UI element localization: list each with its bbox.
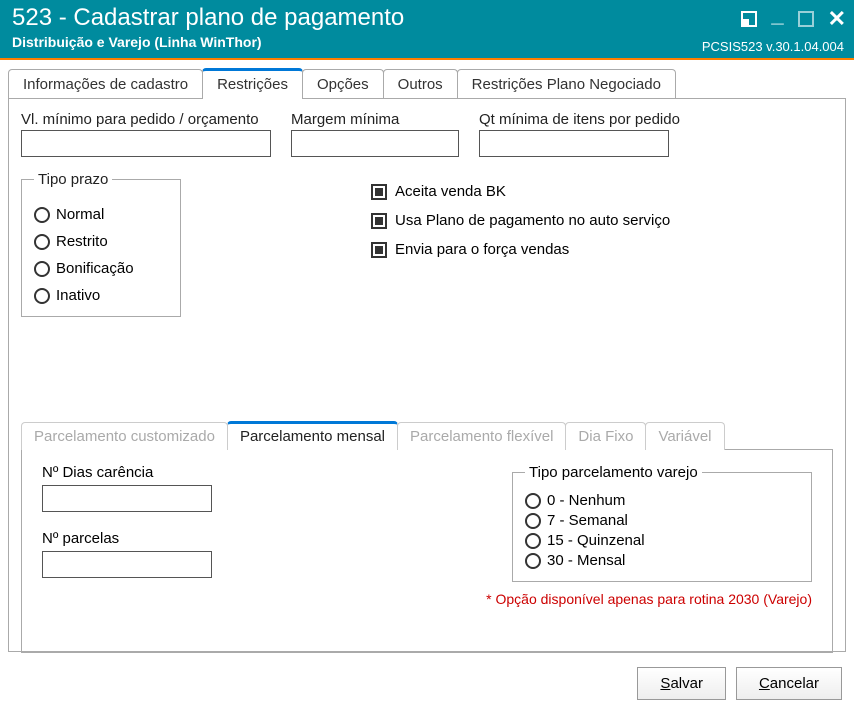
- field-vl-minimo: Vl. mínimo para pedido / orçamento: [21, 111, 271, 157]
- radio-icon: [525, 533, 541, 549]
- tipo-parcelamento-group: Tipo parcelamento varejo 0 - Nenhum 7 - …: [512, 464, 812, 582]
- note-varejo: * Opção disponível apenas para rotina 20…: [486, 590, 812, 608]
- radio-label: 0 - Nenhum: [547, 492, 625, 509]
- tipo-parcelamento-legend: Tipo parcelamento varejo: [525, 464, 702, 481]
- qt-input[interactable]: [479, 130, 669, 157]
- radio-label: Normal: [56, 206, 104, 223]
- radio-icon: [34, 288, 50, 304]
- radio-label: 30 - Mensal: [547, 552, 625, 569]
- radio-restrito[interactable]: Restrito: [34, 233, 168, 250]
- checkbox-icon: [371, 242, 387, 258]
- mensal-fields: Nº Dias carência Nº parcelas: [42, 464, 212, 596]
- radio-icon: [34, 234, 50, 250]
- subtab-mensal[interactable]: Parcelamento mensal: [227, 421, 398, 450]
- checkbox-group: Aceita venda BK Usa Plano de pagamento n…: [371, 183, 670, 270]
- minimize-icon[interactable]: _: [771, 4, 783, 26]
- tab-opcoes[interactable]: Opções: [302, 69, 384, 99]
- tipo-prazo-group: Tipo prazo Normal Restrito Bonificação I…: [21, 171, 181, 317]
- subtab-diafixo[interactable]: Dia Fixo: [565, 422, 646, 450]
- radio-icon: [525, 553, 541, 569]
- subtab-customizado[interactable]: Parcelamento customizado: [21, 422, 228, 450]
- radio-quinzenal[interactable]: 15 - Quinzenal: [525, 532, 799, 549]
- tab-negociado[interactable]: Restrições Plano Negociado: [457, 69, 676, 99]
- parcelas-input[interactable]: [42, 551, 212, 578]
- radio-label: 15 - Quinzenal: [547, 532, 645, 549]
- vl-minimo-input[interactable]: [21, 130, 271, 157]
- radio-label: Inativo: [56, 287, 100, 304]
- save-button[interactable]: Salvar: [637, 667, 726, 700]
- radio-inativo[interactable]: Inativo: [34, 287, 168, 304]
- radio-normal[interactable]: Normal: [34, 206, 168, 223]
- radio-semanal[interactable]: 7 - Semanal: [525, 512, 799, 529]
- titlebar: 523 - Cadastrar plano de pagamento Distr…: [0, 0, 854, 60]
- window-title: 523 - Cadastrar plano de pagamento: [12, 4, 842, 32]
- section-row: Tipo prazo Normal Restrito Bonificação I…: [21, 171, 833, 317]
- subpanel-mensal: Nº Dias carência Nº parcelas Tipo parcel…: [21, 449, 833, 653]
- radio-label: Bonificação: [56, 260, 134, 277]
- checkbox-icon: [371, 184, 387, 200]
- tipo-parcelamento-col: Tipo parcelamento varejo 0 - Nenhum 7 - …: [486, 464, 812, 608]
- radio-icon: [34, 207, 50, 223]
- close-icon[interactable]: ✕: [828, 8, 846, 30]
- subtab-area: Parcelamento customizado Parcelamento me…: [21, 419, 833, 653]
- check-aceita-bk[interactable]: Aceita venda BK: [371, 183, 670, 200]
- button-bar: Salvar Cancelar: [637, 667, 842, 700]
- field-qt-itens: Qt mínima de itens por pedido: [479, 111, 680, 157]
- tipo-prazo-legend: Tipo prazo: [34, 171, 112, 188]
- popout-icon[interactable]: [741, 11, 757, 27]
- radio-icon: [34, 261, 50, 277]
- check-label: Envia para o força vendas: [395, 241, 569, 258]
- radio-nenhum[interactable]: 0 - Nenhum: [525, 492, 799, 509]
- sub-tabstrip: Parcelamento customizado Parcelamento me…: [21, 419, 833, 449]
- radio-bonificacao[interactable]: Bonificação: [34, 260, 168, 277]
- maximize-icon[interactable]: [798, 11, 814, 27]
- check-label: Aceita venda BK: [395, 183, 506, 200]
- margem-input[interactable]: [291, 130, 459, 157]
- parcelas-label: Nº parcelas: [42, 530, 212, 547]
- margem-label: Margem mínima: [291, 111, 459, 128]
- check-forca-vendas[interactable]: Envia para o força vendas: [371, 241, 670, 258]
- cancel-button[interactable]: Cancelar: [736, 667, 842, 700]
- check-auto-servico[interactable]: Usa Plano de pagamento no auto serviço: [371, 212, 670, 229]
- version-label: PCSIS523 v.30.1.04.004: [702, 39, 844, 54]
- dias-carencia-input[interactable]: [42, 485, 212, 512]
- main-tabstrip: Informações de cadastro Restrições Opçõe…: [8, 68, 846, 98]
- subtab-flexivel[interactable]: Parcelamento flexível: [397, 422, 566, 450]
- radio-label: Restrito: [56, 233, 108, 250]
- radio-icon: [525, 513, 541, 529]
- check-label: Usa Plano de pagamento no auto serviço: [395, 212, 670, 229]
- content-area: Informações de cadastro Restrições Opçõe…: [0, 60, 854, 710]
- radio-mensal[interactable]: 30 - Mensal: [525, 552, 799, 569]
- tab-outros[interactable]: Outros: [383, 69, 458, 99]
- subtab-variavel[interactable]: Variável: [645, 422, 724, 450]
- panel-restricoes: Vl. mínimo para pedido / orçamento Marge…: [8, 98, 846, 652]
- top-fields-row: Vl. mínimo para pedido / orçamento Marge…: [21, 111, 833, 157]
- radio-icon: [525, 493, 541, 509]
- checkbox-icon: [371, 213, 387, 229]
- tab-informacoes[interactable]: Informações de cadastro: [8, 69, 203, 99]
- dias-carencia-label: Nº Dias carência: [42, 464, 212, 481]
- tab-restricoes[interactable]: Restrições: [202, 68, 303, 99]
- titlebar-controls: _ ✕: [741, 8, 846, 30]
- qt-label: Qt mínima de itens por pedido: [479, 111, 680, 128]
- field-margem: Margem mínima: [291, 111, 459, 157]
- radio-label: 7 - Semanal: [547, 512, 628, 529]
- vl-minimo-label: Vl. mínimo para pedido / orçamento: [21, 111, 271, 128]
